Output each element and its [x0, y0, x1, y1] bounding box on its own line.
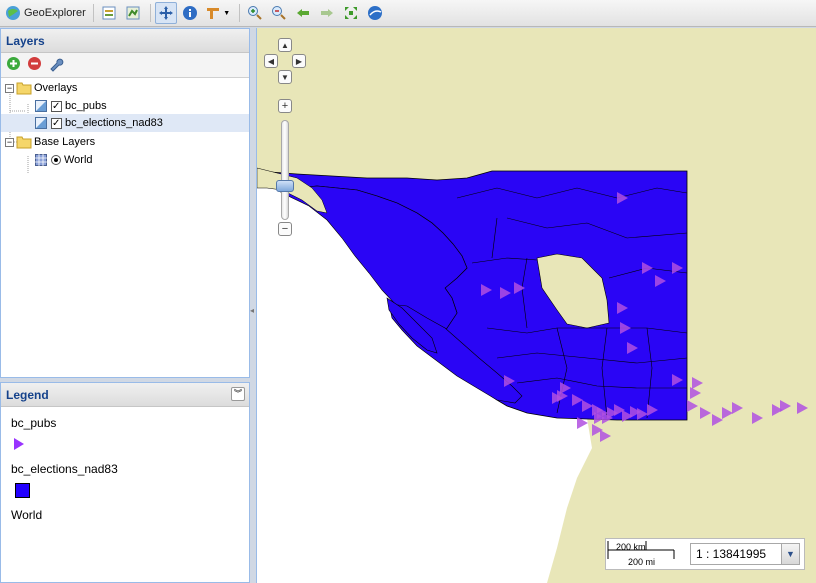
layer-properties-button[interactable] — [48, 56, 64, 75]
chevron-down-icon: ▼ — [786, 549, 795, 559]
raster-layer-icon — [35, 154, 47, 166]
tree-node-bc-elections-nad83[interactable]: ✓ bc_elections_nad83 — [1, 114, 249, 132]
zoom-in-control[interactable]: + — [278, 99, 292, 113]
toolbar-separator — [238, 4, 240, 22]
layers-panel-title: Layers — [1, 29, 249, 53]
google-earth-button[interactable] — [364, 2, 386, 24]
base-layer-radio[interactable] — [51, 155, 61, 165]
wrench-icon — [50, 58, 64, 72]
main-toolbar: GeoExplorer ▼ — [0, 0, 816, 27]
tree-node-label: World — [64, 154, 93, 166]
tree-node-world[interactable]: World — [35, 151, 93, 169]
measure-button[interactable]: ▼ — [203, 2, 233, 24]
tree-node-base-layers[interactable]: − Base Layers — [5, 133, 95, 151]
tree-node-label: bc_pubs — [65, 100, 107, 112]
tree-node-label: Base Layers — [34, 136, 96, 148]
zoom-in-button[interactable] — [244, 2, 266, 24]
legend-panel-title: Legend — [6, 388, 49, 402]
tree-node-bc-pubs[interactable]: ✓ bc_pubs — [35, 97, 107, 115]
pan-right-button[interactable]: ▶ — [292, 54, 306, 68]
visibility-checkbox[interactable]: ✓ — [51, 100, 62, 112]
remove-icon — [28, 57, 41, 70]
pan-left-button[interactable]: ◀ — [264, 54, 278, 68]
legend-panel-header: Legend ︾ — [1, 383, 249, 407]
toolbar-separator — [92, 4, 94, 22]
scale-dropdown-button[interactable]: ▼ — [781, 544, 799, 564]
map-viewport[interactable]: ▲ ◀ ▶ ▼ + − 200 km 200 mi 1 : 13841995 ▼ — [256, 28, 816, 583]
scale-mi-label: 200 mi — [628, 557, 656, 567]
folder-icon — [16, 136, 32, 149]
legend-panel: Legend ︾ bc_pubs bc_elections_nad83 Worl… — [0, 382, 250, 583]
layer-icon — [35, 100, 47, 112]
zoom-to-extent-button[interactable] — [340, 2, 362, 24]
forward-icon — [320, 9, 333, 17]
pan-button[interactable] — [154, 2, 177, 24]
chevron-down-icon: ▼ — [223, 9, 231, 17]
export-map-button[interactable] — [122, 2, 144, 24]
measure-icon — [207, 8, 220, 19]
visibility-checkbox[interactable]: ✓ — [51, 117, 62, 129]
scale-km-label: 200 km — [616, 542, 646, 552]
layer-tree: − Overlays ✓ bc_pubs ✓ bc_elections_nad8… — [1, 78, 249, 368]
toolbar-separator — [149, 4, 151, 22]
zoom-out-button[interactable] — [268, 2, 290, 24]
app-name: GeoExplorer — [24, 7, 86, 19]
export-map-icon — [126, 6, 140, 20]
legend-label-bc-elections: bc_elections_nad83 — [11, 462, 118, 476]
pan-icon — [158, 6, 173, 20]
collapse-arrow-icon: ◂ — [250, 306, 255, 315]
district-square-icon — [15, 483, 30, 498]
pan-down-button[interactable]: ▼ — [278, 70, 292, 84]
folder-icon — [16, 82, 32, 95]
info-icon — [182, 6, 197, 20]
zoom-slider-track[interactable] — [281, 120, 289, 220]
add-layer-button[interactable] — [6, 56, 21, 74]
collapse-panel-button[interactable]: ︾ — [231, 387, 245, 401]
pub-triangle-icon — [14, 438, 24, 450]
print-icon — [102, 6, 116, 20]
add-icon — [7, 57, 20, 70]
scale-ratio-value: 1 : 13841995 — [696, 547, 767, 561]
google-earth-icon — [367, 6, 382, 20]
navigate-back-button[interactable] — [292, 2, 314, 24]
zoom-out-icon — [271, 6, 286, 20]
scale-selector[interactable]: 1 : 13841995 ▼ — [690, 543, 800, 565]
collapse-toggle-icon[interactable]: − — [5, 137, 14, 147]
zoom-extent-icon — [344, 7, 357, 19]
layers-panel: Layers − Overlays ✓ bc_pubs ✓ bc_electio… — [0, 28, 250, 378]
zoom-out-control[interactable]: − — [278, 222, 292, 236]
map-canvas[interactable] — [257, 28, 816, 583]
print-map-button[interactable] — [98, 2, 120, 24]
pan-up-button[interactable]: ▲ — [278, 38, 292, 52]
get-feature-info-button[interactable] — [179, 2, 201, 24]
scale-box: 200 km 200 mi 1 : 13841995 ▼ — [605, 538, 805, 570]
zoom-slider-thumb[interactable] — [276, 180, 294, 192]
back-icon — [296, 9, 309, 17]
legend-label-bc-pubs: bc_pubs — [11, 416, 57, 430]
layer-icon — [35, 117, 47, 129]
tree-node-overlays[interactable]: − Overlays — [5, 79, 77, 97]
collapse-toggle-icon[interactable]: − — [5, 83, 14, 93]
zoom-in-icon — [247, 6, 262, 20]
layers-toolbar — [1, 53, 249, 78]
remove-layer-button[interactable] — [27, 56, 42, 74]
tree-node-label: bc_elections_nad83 — [65, 117, 163, 129]
navigate-forward-button[interactable] — [316, 2, 338, 24]
geoexplorer-logo-icon[interactable]: GeoExplorer — [4, 2, 87, 24]
tree-node-label: Overlays — [34, 82, 78, 94]
legend-label-world: World — [11, 508, 43, 522]
